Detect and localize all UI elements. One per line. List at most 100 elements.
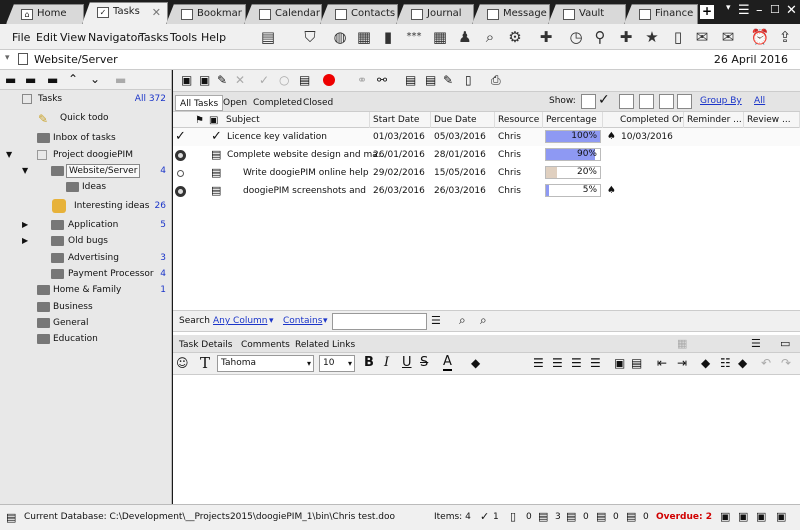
- table-row[interactable]: ✓ ✓ Licence key validation 01/03/2016 05…: [173, 128, 800, 146]
- alarm-icon[interactable]: ⏰: [750, 27, 770, 47]
- tab-home[interactable]: ⌂ Home: [6, 4, 84, 24]
- maximize-icon[interactable]: ☐: [770, 3, 780, 16]
- print-icon[interactable]: ⎙: [491, 73, 501, 88]
- grid-icon[interactable]: ▦: [354, 27, 374, 47]
- new-subtask-icon[interactable]: ▣: [199, 73, 210, 87]
- show-open-icon[interactable]: [619, 94, 634, 109]
- menu-tasks[interactable]: Tasks: [139, 31, 168, 44]
- group-by-link[interactable]: Group By: [700, 96, 742, 106]
- strikethrough-icon[interactable]: S: [420, 355, 428, 370]
- menu-help[interactable]: Help: [201, 31, 226, 44]
- bullet-list-icon[interactable]: ☷: [720, 356, 731, 370]
- copy-icon[interactable]: ▤: [405, 73, 416, 87]
- tree-item-payment-processor[interactable]: Payment Processor 4: [0, 266, 170, 282]
- clock-icon[interactable]: ◷: [566, 27, 586, 47]
- search-operator-select[interactable]: Contains: [283, 316, 322, 326]
- pen-icon[interactable]: ✎: [443, 73, 453, 87]
- gear-icon[interactable]: ⚙: [505, 27, 525, 47]
- globe-icon[interactable]: ◍: [330, 27, 350, 47]
- export-icon[interactable]: ⇪: [775, 27, 795, 47]
- move-up-icon[interactable]: ⌃: [68, 72, 78, 86]
- line-spacing-icon[interactable]: ◆: [738, 356, 747, 370]
- search-column-select[interactable]: Any Column: [213, 316, 268, 326]
- phone-icon[interactable]: ▯: [668, 27, 688, 47]
- mail-icon[interactable]: ✉: [692, 27, 712, 47]
- tab-closed[interactable]: Closed: [299, 95, 337, 111]
- expand-icon[interactable]: ▼: [6, 147, 12, 163]
- tree-item-website-server[interactable]: ▼ Website/Server 4: [0, 163, 170, 179]
- tab-completed[interactable]: Completed: [249, 95, 306, 111]
- tab-calendar[interactable]: Calendar: [244, 4, 322, 24]
- tab-related-links[interactable]: Related Links: [291, 337, 359, 353]
- chevron-down-icon[interactable]: ▾: [5, 53, 10, 63]
- tree-item-business[interactable]: Business: [0, 299, 170, 315]
- layout-icon[interactable]: ▣: [738, 510, 748, 523]
- chevron-down-icon[interactable]: ▾: [323, 316, 328, 326]
- tree-item-interesting-ideas[interactable]: Interesting ideas 26: [0, 198, 170, 214]
- medical-icon[interactable]: ✚: [616, 27, 636, 47]
- redo-icon[interactable]: ↷: [781, 356, 791, 370]
- tab-comments[interactable]: Comments: [237, 337, 294, 353]
- collapse-icon[interactable]: ▶: [22, 217, 28, 233]
- col-percentage[interactable]: Percentage: [543, 112, 603, 128]
- all-link[interactable]: All: [754, 96, 765, 106]
- tab-task-details[interactable]: Task Details: [175, 337, 237, 353]
- page-icon[interactable]: ▯: [465, 73, 472, 87]
- tree-item-application[interactable]: ▶ Application 5: [0, 217, 170, 233]
- menu-navigator[interactable]: Navigator: [88, 31, 142, 44]
- tree-item-quick-todo[interactable]: ✎ Quick todo: [0, 110, 170, 126]
- tab-message[interactable]: Message: [472, 4, 550, 24]
- window-icon[interactable]: ▭: [780, 337, 790, 350]
- show-completed-icon[interactable]: ✓: [598, 92, 610, 108]
- check-icon[interactable]: ✓: [259, 73, 269, 87]
- col-reminder[interactable]: Reminder ...: [684, 112, 744, 128]
- layout-icon[interactable]: ▣: [756, 510, 766, 523]
- outdent-icon[interactable]: ⇤: [657, 356, 667, 370]
- tree-item-project-doogiepim[interactable]: ▼ Project doogiePIM: [0, 147, 170, 163]
- advanced-search-icon[interactable]: ⌕: [480, 313, 487, 328]
- note-icon[interactable]: ▤: [299, 73, 310, 87]
- calculator-icon[interactable]: ▦: [430, 27, 450, 47]
- col-start-date[interactable]: Start Date: [370, 112, 431, 128]
- show-pending-icon[interactable]: [639, 94, 654, 109]
- tree-item-home-family[interactable]: Home & Family 1: [0, 282, 170, 298]
- emoji-icon[interactable]: ☺: [176, 356, 189, 370]
- dropdown-icon[interactable]: ▾: [726, 3, 731, 13]
- send-icon[interactable]: ✉: [718, 27, 738, 47]
- show-overdue-icon[interactable]: [659, 94, 674, 109]
- text-style-icon[interactable]: T: [200, 354, 210, 372]
- paragraph-spacing-icon[interactable]: ◆: [701, 356, 710, 370]
- new-tab-button[interactable]: +: [700, 5, 714, 19]
- col-review[interactable]: Review ...: [744, 112, 800, 128]
- tab-vault[interactable]: Vault: [548, 4, 626, 24]
- tree-item-old-bugs[interactable]: ▶ Old bugs: [0, 233, 170, 249]
- layout-icon[interactable]: ▤: [258, 27, 278, 47]
- tab-finance[interactable]: Finance: [624, 4, 698, 24]
- password-icon[interactable]: ***: [404, 27, 424, 47]
- unlink-icon[interactable]: ⚯: [377, 73, 387, 87]
- col-subject[interactable]: Subject: [223, 112, 370, 128]
- col-completed-on[interactable]: Completed On: [617, 112, 684, 128]
- tab-open[interactable]: Open: [219, 95, 251, 111]
- style-icon[interactable]: ▤: [631, 356, 642, 370]
- menu-tools[interactable]: Tools: [170, 31, 197, 44]
- table-row[interactable]: ▤ Complete website design and ma... 26/0…: [173, 146, 800, 164]
- tab-contacts[interactable]: Contacts: [320, 4, 398, 24]
- link-icon[interactable]: ⚭: [357, 73, 367, 87]
- tab-all-tasks[interactable]: All Tasks: [175, 95, 224, 111]
- align-right-icon[interactable]: ☰: [571, 356, 582, 370]
- search-input[interactable]: [332, 313, 427, 330]
- editor-body[interactable]: [173, 375, 800, 504]
- menu-edit[interactable]: Edit: [36, 31, 57, 44]
- delete-icon[interactable]: ✕: [235, 73, 245, 87]
- font-size-select[interactable]: 10 ▾: [319, 355, 355, 372]
- col-resource[interactable]: Resource: [495, 112, 543, 128]
- align-left-icon[interactable]: ☰: [533, 356, 544, 370]
- italic-icon[interactable]: I: [384, 355, 389, 370]
- edit-icon[interactable]: ✎: [217, 73, 227, 87]
- list-icon[interactable]: ☰: [431, 314, 441, 327]
- star-icon[interactable]: ★: [642, 27, 662, 47]
- indent-icon[interactable]: ⇥: [677, 356, 687, 370]
- tree-item-ideas[interactable]: Ideas: [0, 179, 170, 195]
- priority-icon[interactable]: [323, 74, 335, 86]
